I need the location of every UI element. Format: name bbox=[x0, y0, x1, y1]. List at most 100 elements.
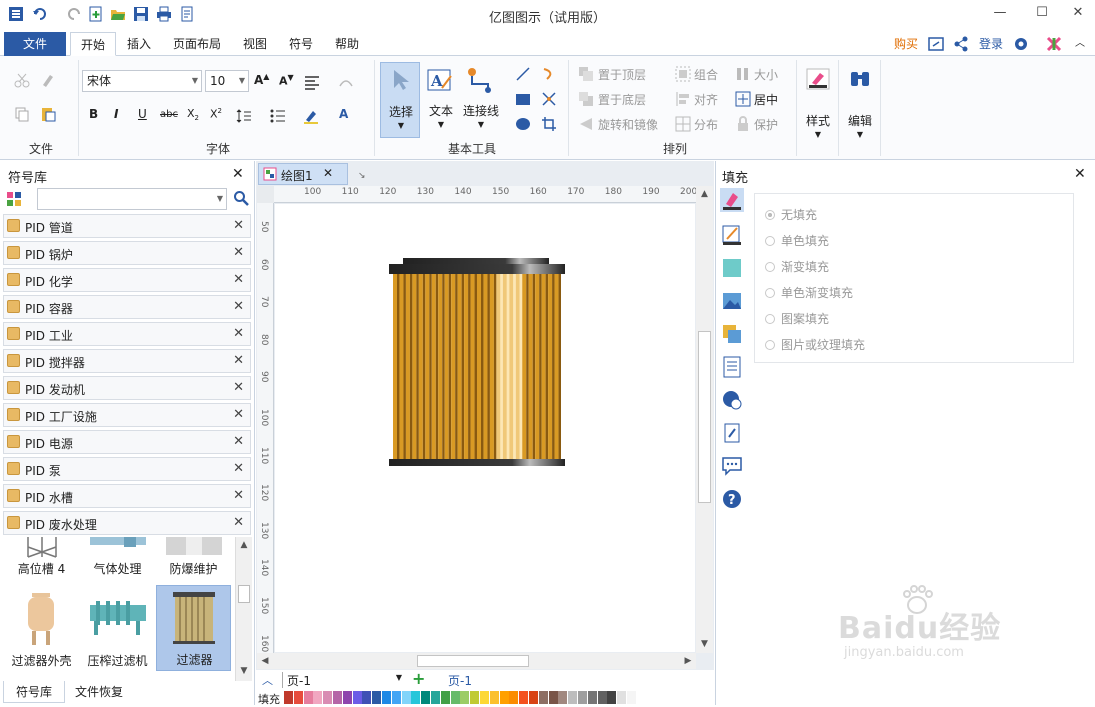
close-fill-panel-icon[interactable]: ✕ bbox=[1074, 166, 1086, 182]
library-item[interactable]: PID 水槽 ✕ bbox=[3, 484, 251, 508]
shape-press-filter[interactable]: 压榨过滤机 bbox=[80, 585, 155, 671]
filter-shape[interactable] bbox=[387, 256, 567, 468]
color-swatch[interactable] bbox=[597, 691, 607, 704]
library-item[interactable]: PID 搅拌器 ✕ bbox=[3, 349, 251, 373]
crop-tool-icon[interactable] bbox=[541, 116, 557, 132]
tab-file-recovery[interactable]: 文件恢复 bbox=[68, 681, 130, 703]
library-item[interactable]: PID 管道 ✕ bbox=[3, 214, 251, 238]
send-to-back-icon[interactable] bbox=[578, 91, 594, 107]
color-swatch[interactable] bbox=[440, 691, 450, 704]
close-library-icon[interactable]: ✕ bbox=[233, 407, 244, 422]
color-swatch[interactable] bbox=[323, 691, 333, 704]
scroll-down-icon[interactable]: ▼ bbox=[236, 663, 252, 679]
expand-corner-icon[interactable]: ↘ bbox=[358, 171, 366, 181]
scroll-up-icon[interactable]: ▲ bbox=[696, 186, 713, 202]
close-window-button[interactable]: ✕ bbox=[1068, 4, 1088, 22]
color-swatch[interactable] bbox=[568, 691, 578, 704]
help-icon[interactable]: ? bbox=[720, 487, 744, 511]
fill-option-picture-texture[interactable]: 图片或纹理填充 bbox=[765, 336, 865, 353]
size-icon[interactable] bbox=[735, 66, 751, 82]
shape-filter-housing[interactable]: 过滤器外壳 bbox=[4, 585, 79, 671]
color-swatch[interactable] bbox=[627, 691, 636, 704]
scroll-up-icon[interactable]: ▲ bbox=[236, 537, 252, 553]
scroll-thumb[interactable] bbox=[238, 585, 250, 603]
shape-filter-selected[interactable]: 过滤器 bbox=[156, 585, 231, 671]
hyperlink-icon[interactable] bbox=[720, 388, 744, 412]
line-spacing-icon[interactable] bbox=[236, 108, 252, 124]
library-item[interactable]: PID 工厂设施 ✕ bbox=[3, 403, 251, 427]
send-to-back-label[interactable]: 置于底层 bbox=[598, 91, 646, 108]
text-direction-icon[interactable] bbox=[338, 74, 354, 90]
close-library-icon[interactable]: ✕ bbox=[233, 218, 244, 233]
close-library-icon[interactable]: ✕ bbox=[233, 515, 244, 530]
grow-font-icon[interactable]: A▲ bbox=[254, 72, 269, 87]
library-item[interactable]: PID 电源 ✕ bbox=[3, 430, 251, 454]
settings-gear-icon[interactable] bbox=[1013, 36, 1029, 52]
tab-symbol-library[interactable]: 符号库 bbox=[3, 681, 65, 703]
style-button[interactable]: 样式 ▼ bbox=[800, 64, 836, 144]
tab-symbol[interactable]: 符号 bbox=[280, 32, 322, 56]
rectangle-tool-icon[interactable] bbox=[515, 91, 531, 107]
fill-tool-icon[interactable] bbox=[720, 188, 744, 212]
color-swatch[interactable] bbox=[607, 691, 617, 704]
color-swatch[interactable] bbox=[529, 691, 538, 704]
center-icon[interactable] bbox=[735, 91, 751, 107]
superscript-icon[interactable]: X2 bbox=[210, 107, 222, 121]
collapse-ribbon-chevron-up-icon[interactable]: ︿ bbox=[1070, 32, 1090, 56]
scroll-right-icon[interactable]: ▶ bbox=[680, 653, 696, 669]
select-tool-button[interactable]: 选择 ▼ bbox=[380, 62, 420, 138]
group-icon[interactable] bbox=[675, 66, 691, 82]
curve-tool-icon[interactable] bbox=[541, 66, 557, 82]
bring-to-front-icon[interactable] bbox=[578, 66, 594, 82]
layer-icon[interactable] bbox=[720, 322, 744, 346]
library-item[interactable]: PID 锅炉 ✕ bbox=[3, 241, 251, 265]
library-menu-icon[interactable] bbox=[6, 191, 22, 207]
distribute-icon[interactable] bbox=[675, 116, 691, 132]
color-swatch[interactable] bbox=[450, 691, 460, 704]
tab-insert[interactable]: 插入 bbox=[118, 32, 160, 56]
highlight-icon[interactable] bbox=[303, 108, 319, 124]
subscript-icon[interactable]: X2 bbox=[187, 107, 199, 122]
fill-option-solid[interactable]: 单色填充 bbox=[765, 232, 829, 249]
color-swatches[interactable] bbox=[284, 691, 640, 704]
protect-label[interactable]: 保护 bbox=[754, 116, 778, 133]
cut-icon[interactable] bbox=[14, 72, 30, 88]
color-swatch[interactable] bbox=[558, 691, 568, 704]
color-swatch[interactable] bbox=[480, 691, 489, 704]
scroll-left-icon[interactable]: ◀ bbox=[257, 653, 273, 669]
library-item[interactable]: PID 泵 ✕ bbox=[3, 457, 251, 481]
paste-icon[interactable] bbox=[40, 106, 56, 122]
page-select[interactable]: 页-1 ▼ bbox=[282, 672, 404, 688]
shape-explosion-proof[interactable]: 防爆维护 bbox=[156, 537, 231, 579]
fill-option-pattern[interactable]: 图案填充 bbox=[765, 310, 829, 327]
minimize-button[interactable]: — bbox=[990, 4, 1010, 22]
size-label[interactable]: 大小 bbox=[754, 66, 778, 83]
line-style-icon[interactable] bbox=[720, 223, 744, 247]
color-swatch[interactable] bbox=[303, 691, 313, 704]
library-item[interactable]: PID 废水处理 ✕ bbox=[3, 511, 251, 535]
add-page-icon[interactable]: + bbox=[412, 669, 425, 688]
color-swatch[interactable] bbox=[421, 691, 431, 704]
color-swatch[interactable] bbox=[431, 691, 440, 704]
shadow-icon[interactable] bbox=[720, 256, 744, 280]
font-size-select[interactable]: 10 ▼ bbox=[205, 70, 249, 92]
login-link[interactable]: 登录 bbox=[975, 32, 1007, 56]
tab-page-layout[interactable]: 页面布局 bbox=[164, 32, 230, 56]
color-swatch[interactable] bbox=[391, 691, 401, 704]
tab-home[interactable]: 开始 bbox=[70, 32, 116, 56]
color-swatch[interactable] bbox=[372, 691, 382, 704]
document-tab[interactable]: 绘图1 ✕ bbox=[258, 163, 348, 185]
shape-tank-4[interactable]: 高位槽 4 bbox=[4, 537, 79, 579]
close-library-icon[interactable]: ✕ bbox=[233, 434, 244, 449]
copy-icon[interactable] bbox=[14, 106, 30, 122]
tab-view[interactable]: 视图 bbox=[234, 32, 276, 56]
library-item[interactable]: PID 容器 ✕ bbox=[3, 295, 251, 319]
color-swatch[interactable] bbox=[352, 691, 362, 704]
image-icon[interactable] bbox=[720, 289, 744, 313]
color-swatch[interactable] bbox=[342, 691, 352, 704]
color-swatch[interactable] bbox=[538, 691, 548, 704]
color-swatch[interactable] bbox=[284, 691, 293, 704]
fill-option-gradient[interactable]: 渐变填充 bbox=[765, 258, 829, 275]
color-swatch[interactable] bbox=[509, 691, 519, 704]
color-swatch[interactable] bbox=[587, 691, 597, 704]
